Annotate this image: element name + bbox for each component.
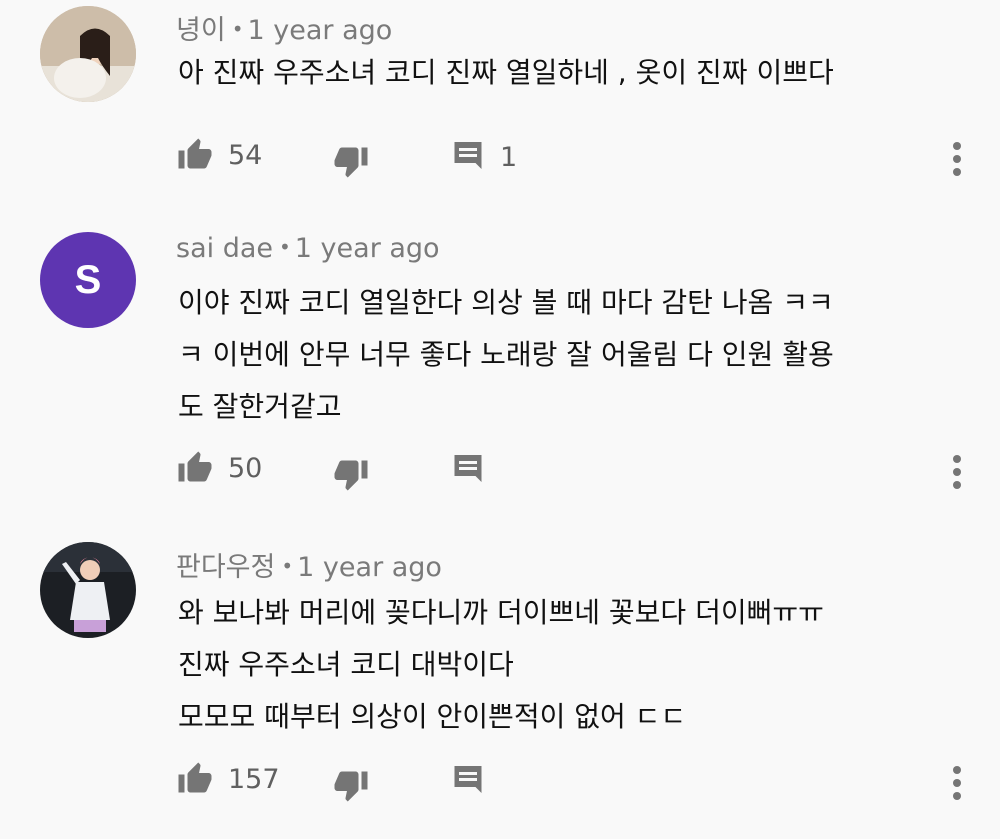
comment-meta: 녕이 • 1 year ago <box>176 8 392 47</box>
like-count: 54 <box>228 139 263 171</box>
thumbs-up-icon <box>178 451 212 482</box>
comment-actions: 54 1 <box>0 133 1000 183</box>
comment-meta: 판다우정 • 1 year ago <box>176 545 442 584</box>
comment-text: 아 진짜 우주소녀 코디 진짜 열일하네 , 옷이 진짜 이쁘다 <box>178 56 834 89</box>
reply-button[interactable]: 1 <box>450 139 517 175</box>
like-button[interactable]: 54 <box>176 137 262 173</box>
avatar[interactable] <box>40 542 136 638</box>
more-vert-icon[interactable] <box>945 763 969 807</box>
dislike-button[interactable] <box>332 767 370 803</box>
reply-icon <box>454 142 482 169</box>
separator-dot: • <box>279 235 291 259</box>
timestamp[interactable]: 1 year ago <box>247 15 392 46</box>
reply-count: 1 <box>500 141 518 173</box>
like-button[interactable]: 50 <box>176 450 262 486</box>
comment-meta: sai dae • 1 year ago <box>176 233 440 264</box>
comment-text: 이야 진짜 코디 열일한다 의상 볼 때 마다 감탄 나옴 ㅋㅋ ㅋ 이번에 안… <box>178 286 834 423</box>
comment-text: 와 보나봐 머리에 꽂다니까 더이쁘네 꽃보다 더이뻐ㅠㅠ 진짜 우주소녀 코디… <box>178 596 824 733</box>
dislike-button[interactable] <box>332 456 370 492</box>
separator-dot: • <box>231 17 244 41</box>
avatar[interactable]: S <box>40 232 136 328</box>
thumbs-down-icon <box>334 771 368 802</box>
reply-button[interactable] <box>450 763 500 799</box>
comment-1: 녕이 • 1 year ago 아 진짜 우주소녀 코디 진짜 열일하네 , 옷이 … <box>0 0 1000 200</box>
author-name[interactable]: 녕이 <box>176 15 226 46</box>
comment-actions: 50 <box>0 446 1000 496</box>
like-count: 50 <box>228 452 263 484</box>
reply-button[interactable] <box>450 452 500 488</box>
thumbs-down-icon <box>334 460 368 491</box>
separator-dot: • <box>281 554 294 578</box>
more-vert-icon[interactable] <box>945 452 969 496</box>
like-button[interactable]: 157 <box>176 761 280 797</box>
author-name[interactable]: 판다우정 <box>176 552 275 583</box>
like-count: 157 <box>228 763 280 795</box>
comment-3: 판다우정 • 1 year ago 와 보나봐 머리에 꽂다니까 더이쁘네 꽃보다 … <box>0 535 1000 835</box>
author-name[interactable]: sai dae <box>176 233 273 264</box>
timestamp[interactable]: 1 year ago <box>295 233 440 264</box>
reply-icon <box>454 766 482 793</box>
comment-actions: 157 <box>0 757 1000 807</box>
comment-2: S sai dae • 1 year ago 이야 진짜 코디 열일한다 의상 볼 … <box>0 225 1000 515</box>
thumbs-down-icon <box>334 147 368 178</box>
reply-icon <box>454 455 482 482</box>
thumbs-up-icon <box>178 762 212 793</box>
timestamp[interactable]: 1 year ago <box>297 552 442 583</box>
thumbs-up-icon <box>178 138 212 169</box>
more-vert-icon[interactable] <box>945 139 969 183</box>
dislike-button[interactable] <box>332 143 370 179</box>
avatar[interactable] <box>40 6 136 102</box>
